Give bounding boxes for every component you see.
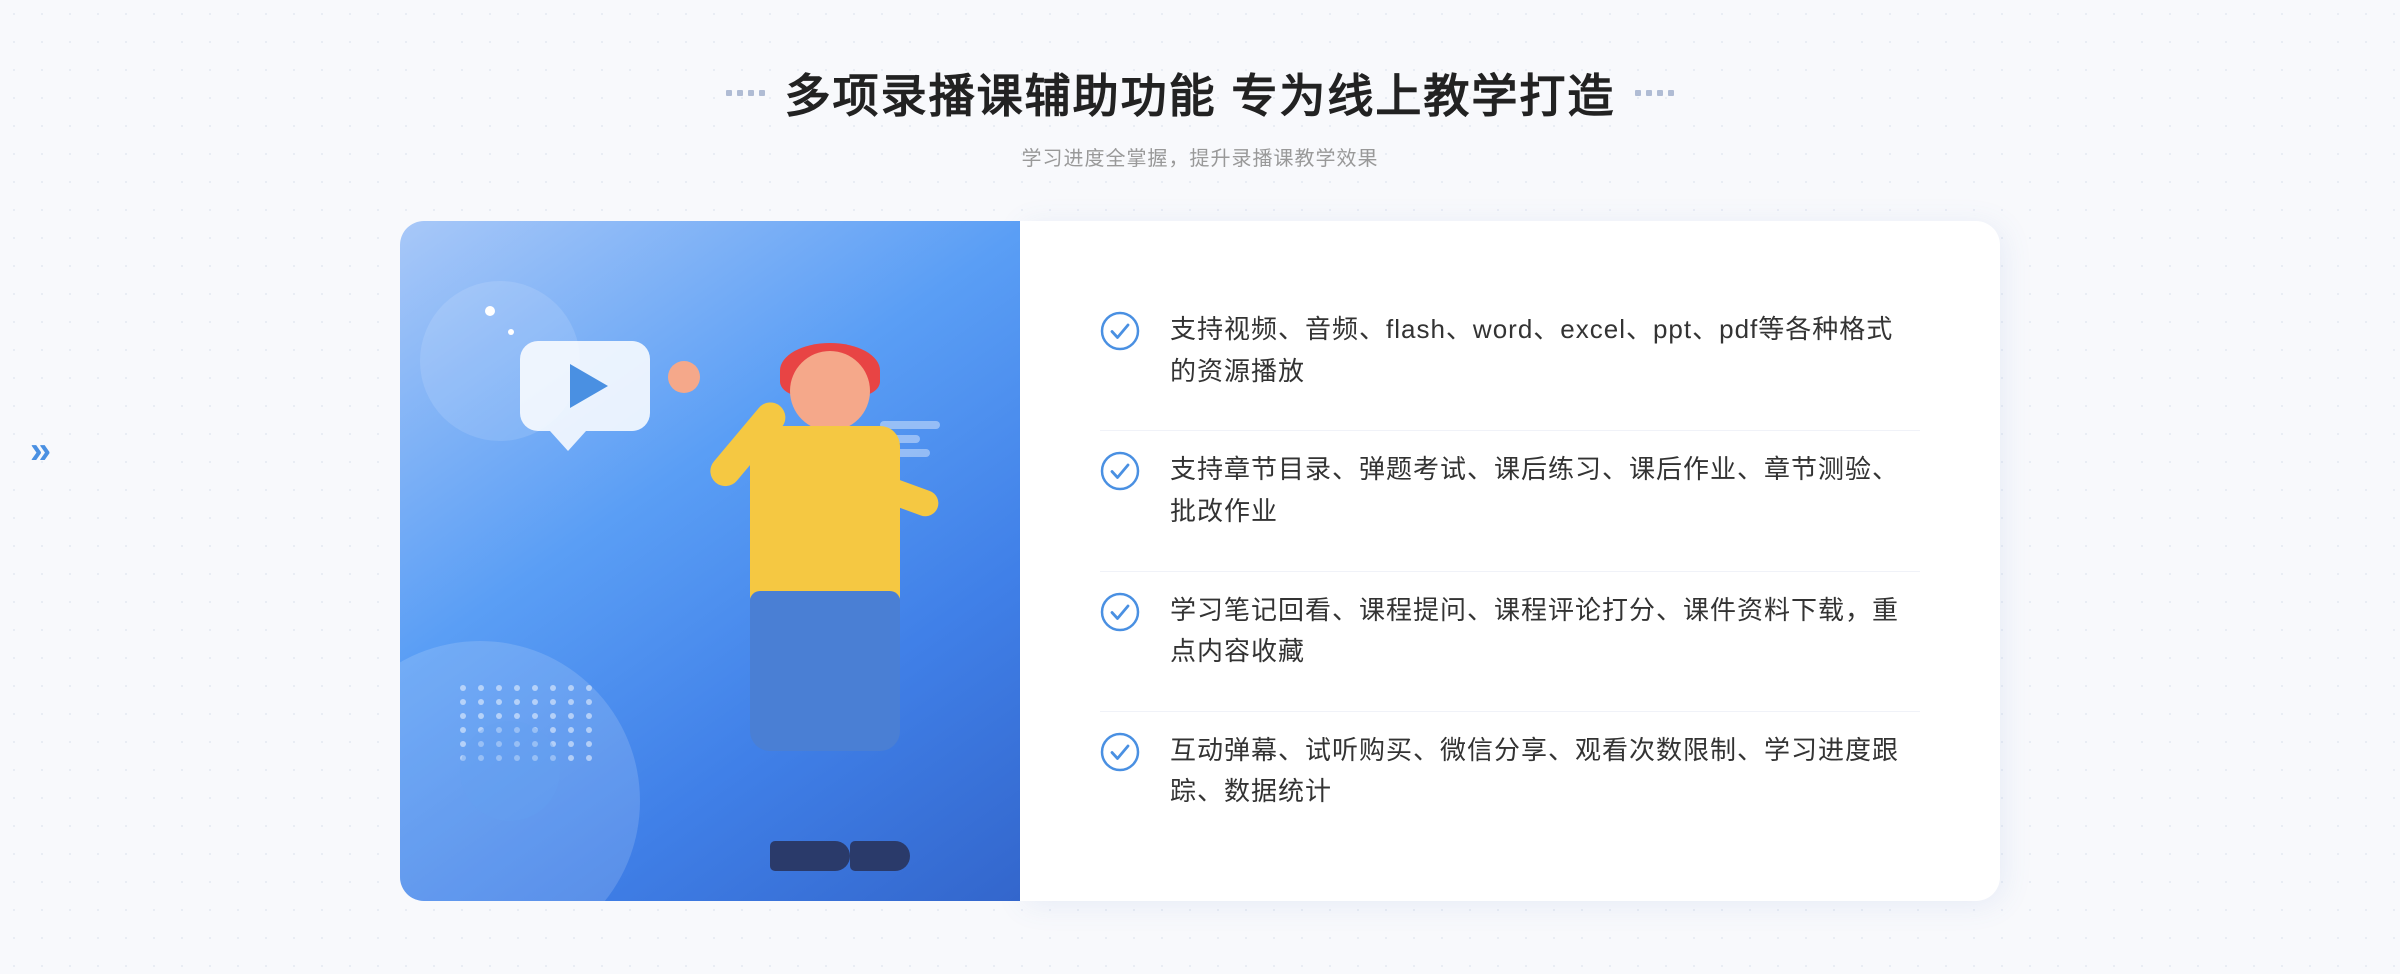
play-bubble-tail [550, 431, 586, 451]
content-area: 支持视频、音频、flash、word、excel、ppt、pdf等各种格式的资源… [400, 221, 2000, 901]
feature-text-4: 互动弹幕、试听购买、微信分享、观看次数限制、学习进度跟踪、数据统计 [1170, 730, 1920, 813]
page-title: 多项录播课辅助功能 专为线上教学打造 [785, 60, 1616, 126]
page-container: 多项录播课辅助功能 专为线上教学打造 学习进度全掌握，提升录播课教学效果 » [0, 0, 2400, 901]
features-panel: 支持视频、音频、flash、word、excel、ppt、pdf等各种格式的资源… [1020, 221, 2000, 901]
char-head [790, 351, 870, 431]
char-pants [750, 591, 900, 751]
left-chevron-decoration: » [30, 429, 51, 472]
feature-item-4: 互动弹幕、试听购买、微信分享、观看次数限制、学习进度跟踪、数据统计 [1100, 711, 1920, 831]
check-icon-1 [1100, 311, 1140, 351]
char-hand-right [668, 361, 700, 393]
feature-item-2: 支持章节目录、弹题考试、课后练习、课后作业、章节测验、批改作业 [1100, 430, 1920, 550]
feature-item-3: 学习笔记回看、课程提问、课程评论打分、课件资料下载，重点内容收藏 [1100, 571, 1920, 691]
header-section: 多项录播课辅助功能 专为线上教学打造 学习进度全掌握，提升录播课教学效果 [726, 60, 1675, 171]
char-shoe-left [770, 841, 850, 871]
feature-item-1: 支持视频、音频、flash、word、excel、ppt、pdf等各种格式的资源… [1100, 291, 1920, 410]
char-body [750, 426, 900, 606]
title-dots-right [1635, 90, 1674, 96]
illustration-panel [400, 221, 1020, 901]
feature-text-1: 支持视频、音频、flash、word、excel、ppt、pdf等各种格式的资源… [1170, 309, 1920, 392]
deco-circle-blue [460, 721, 560, 821]
feature-text-3: 学习笔记回看、课程提问、课程评论打分、课件资料下载，重点内容收藏 [1170, 590, 1920, 673]
check-icon-2 [1100, 451, 1140, 491]
title-row: 多项录播课辅助功能 专为线上教学打造 [726, 60, 1675, 126]
check-icon-4 [1100, 732, 1140, 772]
char-shoe-right [850, 841, 910, 871]
character-illustration [660, 351, 980, 871]
check-icon-3 [1100, 592, 1140, 632]
feature-text-2: 支持章节目录、弹题考试、课后练习、课后作业、章节测验、批改作业 [1170, 449, 1920, 532]
page-subtitle: 学习进度全掌握，提升录播课教学效果 [726, 142, 1675, 171]
title-dots-left [726, 90, 765, 96]
